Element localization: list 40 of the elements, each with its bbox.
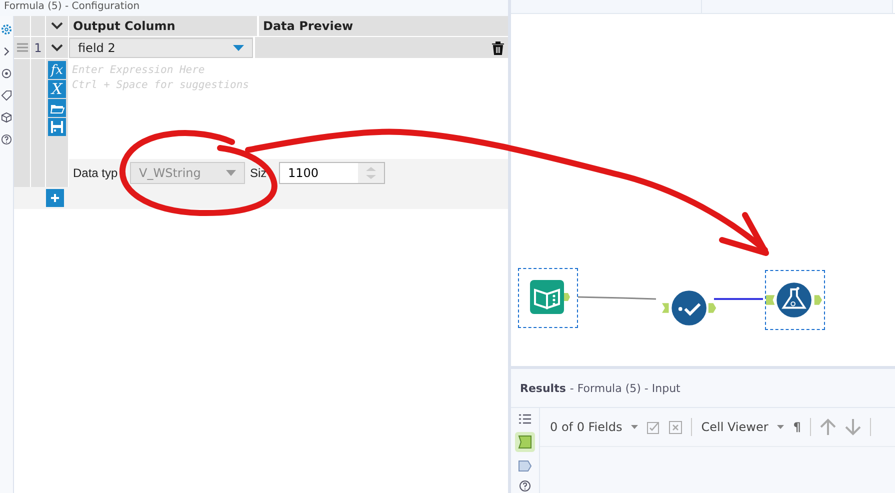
connection-line [714,298,763,300]
save-icon[interactable] [48,118,66,136]
caret-icon [226,170,236,176]
column-header: Data Preview [262,18,354,35]
function-button[interactable]: fx [48,61,66,79]
add-button[interactable] [46,189,64,207]
output-column-dropdown[interactable]: field 2 [69,38,253,58]
variable-button[interactable]: X [48,80,66,98]
panel-title: Formula (5) - Configuration [4,1,140,12]
arrow-up-icon[interactable] [820,418,836,436]
settings-icon[interactable] [1,24,12,35]
row-number: 1 [31,37,46,58]
wrap-text-button[interactable]: ¶ [793,420,801,434]
input-anchor-icon[interactable] [518,460,532,472]
target-icon[interactable] [1,68,12,79]
size-field[interactable]: 1100 [279,162,385,184]
chevron-icon[interactable] [51,22,63,30]
size-label: Siz [250,166,268,180]
data-type-label: Data typ [73,166,119,180]
cube-icon[interactable] [1,112,12,123]
check-all-icon[interactable] [647,420,660,434]
output-anchor-icon[interactable] [515,432,535,452]
caret-icon[interactable] [777,425,784,429]
chevron-icon[interactable] [1,46,12,57]
plus-icon [50,193,60,203]
trash-icon[interactable] [492,40,504,54]
caret-icon [233,44,244,50]
arrow-down-icon[interactable] [844,418,861,436]
help-icon[interactable] [519,480,531,492]
uncheck-all-icon[interactable] [669,420,682,434]
help-icon[interactable] [1,134,12,145]
chevron-icon[interactable] [51,44,63,52]
caret-icon[interactable] [631,425,638,429]
list-icon[interactable] [519,414,531,424]
tag-icon[interactable] [1,90,12,101]
drag-handle-icon[interactable] [16,42,28,53]
fields-dropdown[interactable]: 0 of 0 Fields [550,420,622,434]
results-subtitle: - Formula (5) - Input [570,382,680,394]
results-title: Results [520,382,566,394]
cell-viewer-dropdown[interactable]: Cell Viewer [701,420,768,434]
